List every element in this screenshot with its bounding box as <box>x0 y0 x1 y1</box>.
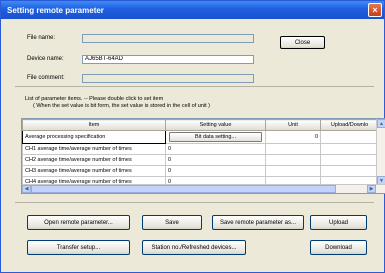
table-row[interactable]: CH1 average time/average number of times… <box>22 143 379 155</box>
save-remote-parameter-as-button[interactable]: Save remote parameter as... <box>212 215 304 230</box>
setting-value-cell[interactable]: 0 <box>165 143 266 155</box>
divider <box>15 86 374 87</box>
setting-value-cell[interactable]: 0 <box>165 165 266 177</box>
item-cell[interactable]: CH2 average time/average number of times <box>22 154 166 166</box>
upload-download-cell[interactable] <box>320 154 379 166</box>
vertical-scrollbar[interactable]: ▲ ▼ <box>376 119 385 185</box>
download-button[interactable]: Download <box>310 240 367 255</box>
scroll-up-icon[interactable]: ▲ <box>377 119 385 128</box>
title-bar[interactable]: Setting remote parameter × <box>1 1 384 19</box>
file-comment-label: File comment: <box>27 75 65 81</box>
table-header-row: Item Setting value Unit Upload/Downlo <box>22 119 379 131</box>
list-note-line2: ( When the set value is bit form, the se… <box>33 103 210 109</box>
column-header-upload-download[interactable]: Upload/Downlo <box>320 119 379 131</box>
table-row[interactable]: CH3 average time/average number of times… <box>22 165 379 177</box>
window-close-icon[interactable]: × <box>368 3 382 17</box>
unit-cell[interactable] <box>265 154 321 166</box>
parameter-table: Item Setting value Unit Upload/Downlo Av… <box>22 119 379 188</box>
horizontal-scroll-thumb[interactable] <box>31 185 336 193</box>
setting-value-cell[interactable]: Bit data setting... <box>165 130 266 144</box>
upload-download-cell[interactable] <box>320 165 379 177</box>
scroll-left-icon[interactable]: ◀ <box>22 185 31 193</box>
horizontal-scrollbar[interactable]: ◀ ▶ <box>22 184 385 193</box>
list-note-line1: List of parameter items. -- Please doubl… <box>25 96 164 102</box>
bit-data-setting-button[interactable]: Bit data setting... <box>169 132 262 142</box>
open-remote-parameter-button[interactable]: Open remote parameter... <box>27 215 130 230</box>
unit-cell[interactable] <box>265 165 321 177</box>
upload-download-cell[interactable] <box>320 143 379 155</box>
column-header-setting-value[interactable]: Setting value <box>165 119 266 131</box>
file-name-field <box>82 34 254 43</box>
file-comment-field <box>82 74 254 83</box>
item-cell[interactable]: CH1 average time/average number of times <box>22 143 166 155</box>
parameter-grid: Item Setting value Unit Upload/Downlo Av… <box>21 118 385 194</box>
table-row[interactable]: Average processing specification Bit dat… <box>22 130 379 144</box>
unit-cell[interactable] <box>265 143 321 155</box>
table-row[interactable]: CH2 average time/average number of times… <box>22 154 379 166</box>
upload-download-cell[interactable] <box>320 130 379 144</box>
setting-remote-parameter-window: Setting remote parameter × File name: De… <box>0 0 385 273</box>
transfer-setup-button[interactable]: Transfer setup... <box>27 240 130 255</box>
setting-value-cell[interactable]: 0 <box>165 154 266 166</box>
upload-button[interactable]: Upload <box>310 215 367 230</box>
unit-cell[interactable]: 0 <box>265 130 321 144</box>
device-name-field: AJ65BT-64AD <box>82 55 254 64</box>
window-title: Setting remote parameter <box>7 5 104 15</box>
divider <box>15 202 374 203</box>
column-header-unit[interactable]: Unit <box>265 119 321 131</box>
close-button[interactable]: Close <box>280 36 325 49</box>
column-header-item[interactable]: Item <box>22 119 166 131</box>
item-cell[interactable]: Average processing specification <box>22 130 166 144</box>
item-cell[interactable]: CH3 average time/average number of times <box>22 165 166 177</box>
station-refreshed-devices-button[interactable]: Station no./Refreshed devices... <box>142 240 246 255</box>
file-name-label: File name: <box>27 35 56 41</box>
save-button[interactable]: Save <box>142 215 202 230</box>
scroll-right-icon[interactable]: ▶ <box>367 185 376 193</box>
device-name-label: Device name: <box>27 56 64 62</box>
